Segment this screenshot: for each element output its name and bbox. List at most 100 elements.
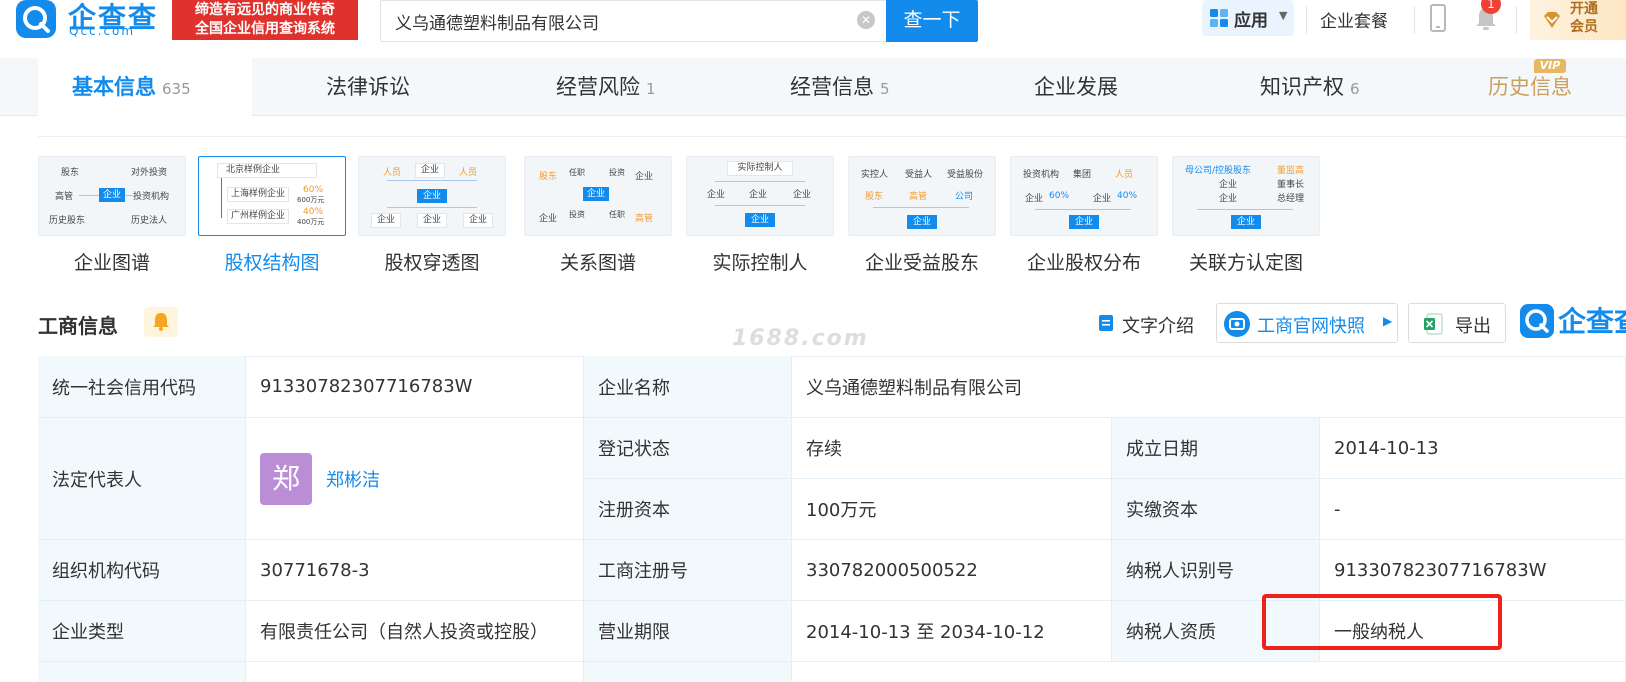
thumb-text: 40% <box>303 207 324 217</box>
graph-thumb-actual-controller[interactable]: 实际控制人 企业 企业 企业 企业 <box>686 156 834 236</box>
app-menu-button[interactable]: 应用 ▼ <box>1202 0 1294 36</box>
slogan-banner: 缔造有远见的商业传奇 全国企业信用查询系统 <box>172 0 358 40</box>
graph-thumb-beneficial-owners[interactable]: 实控人 受益人 受益股份 股东 高管 公司 企业 <box>848 156 996 236</box>
thumb-line <box>79 195 99 196</box>
tab-intellectual-property[interactable]: 知识产权 6 <box>1260 58 1360 116</box>
table-row-partial <box>792 662 1626 682</box>
official-snapshot-button[interactable]: 工商官网快照 ▶ <box>1216 303 1398 343</box>
thumb-text: 历史法人 <box>131 216 168 226</box>
table-row-partial <box>38 662 246 682</box>
divider <box>38 136 1626 137</box>
thumb-line <box>715 181 805 182</box>
search-input-value: 义乌通德塑料制品有限公司 <box>395 14 599 34</box>
thumb-text: 董事长 <box>1277 180 1305 190</box>
thumb-text: 受益人 <box>905 170 933 180</box>
clear-icon[interactable]: ✕ <box>857 11 875 29</box>
graph-thumb-enterprise[interactable]: 股东 对外投资 高管 企业 投资机构 历史股东 历史法人 <box>38 156 186 236</box>
reg-capital-label: 注册资本 <box>584 479 792 540</box>
thumb-text: 企业 <box>583 187 609 201</box>
logo-en-text: Qcc.com <box>69 24 136 38</box>
thumb-text: 60% <box>303 185 324 195</box>
thumb-text: 股东 <box>61 168 80 178</box>
thumb-text: 人员 <box>459 168 478 178</box>
thumb-text: 董监高 <box>1277 166 1305 176</box>
biz-reg-no-label: 工商注册号 <box>584 540 792 601</box>
graph-thumb-equity-distribution[interactable]: 投资机构 集团 人员 企业 60% 企业 40% 企业 <box>1010 156 1158 236</box>
graph-label[interactable]: 关联方认定图 <box>1172 248 1320 275</box>
graph-thumb-relationship[interactable]: 股东 任职 投资 企业 企业 投资 任职 企业 高管 <box>524 156 672 236</box>
paid-capital-value: - <box>1320 479 1626 540</box>
qcc-logo-icon <box>16 0 56 38</box>
thumb-text: 600万元 <box>297 196 325 204</box>
thumb-text: 母公司/控股股东 <box>1185 166 1252 176</box>
snapshot-label: 工商官网快照 <box>1257 316 1365 337</box>
thumb-text: 股东 <box>865 192 884 202</box>
snapshot-icon <box>1224 311 1250 337</box>
graph-label[interactable]: 股权结构图 <box>198 248 346 275</box>
search-input[interactable]: 义乌通德塑料制品有限公司 ✕ <box>380 0 886 42</box>
thumb-text: 企业 <box>1069 215 1099 229</box>
thumb-text: 企业 <box>1093 194 1112 204</box>
graph-thumb-equity-structure[interactable]: 北京样例企业 上海样例企业 广州样例企业 60% 600万元 40% 400万元 <box>198 156 346 236</box>
tab-business-info[interactable]: 经营信息 5 <box>790 58 890 116</box>
reg-capital-value: 100万元 <box>792 479 1112 540</box>
tab-label: 企业发展 <box>1034 75 1118 99</box>
legal-rep-name-link[interactable]: 郑彬洁 <box>326 466 380 492</box>
app-menu-label: 应用 <box>1234 11 1268 31</box>
tab-business-risk[interactable]: 经营风险 1 <box>556 58 656 116</box>
tab-development[interactable]: 企业发展 <box>1034 58 1118 116</box>
tab-basic-info[interactable]: 基本信息 635 <box>38 58 252 116</box>
graph-label[interactable]: 企业受益股东 <box>848 248 996 275</box>
thumb-text: 总经理 <box>1277 194 1305 204</box>
taxpayer-id-label: 纳税人识别号 <box>1112 540 1320 601</box>
thumb-text: 广州样例企业 <box>227 209 289 224</box>
thumb-text: 历史股东 <box>49 216 86 226</box>
export-button[interactable]: 导出 <box>1408 303 1506 343</box>
main-tabs: 基本信息 635 法律诉讼 经营风险 1 经营信息 5 企业发展 知识产权 6 历史信息 <box>0 58 1626 116</box>
caret-right-icon: ▶ <box>1383 314 1393 328</box>
graph-label[interactable]: 实际控制人 <box>686 248 834 275</box>
thumb-line <box>387 207 477 208</box>
tab-count: 6 <box>1350 80 1360 98</box>
mobile-icon[interactable] <box>1430 4 1446 32</box>
thumb-text: 企业 <box>539 214 558 224</box>
thumb-line <box>1197 209 1293 210</box>
slogan-line-1: 缔造有远见的商业传奇 <box>195 2 335 18</box>
top-bar: 企查查 Qcc.com 缔造有远见的商业传奇 全国企业信用查询系统 义乌通德塑料… <box>0 0 1626 46</box>
thumb-text: 企业 <box>707 190 726 200</box>
thumb-text: 60% <box>1049 191 1070 201</box>
tab-legal[interactable]: 法律诉讼 <box>326 58 410 116</box>
paid-capital-label: 实缴资本 <box>1112 479 1320 540</box>
open-vip-button[interactable]: 开通 会员 <box>1530 0 1626 40</box>
text-intro-button[interactable]: 文字介绍 <box>1122 312 1194 338</box>
graph-label[interactable]: 企业股权分布 <box>1010 248 1158 275</box>
thumb-text: 企业 <box>371 213 401 228</box>
graph-thumb-equity-penetration[interactable]: 人员 企业 人员 企业 企业 企业 企业 <box>358 156 506 236</box>
section-bell-button[interactable] <box>144 307 178 337</box>
vip-text-line-2: 会员 <box>1570 19 1598 35</box>
thumb-line <box>221 178 222 218</box>
reg-status-label: 登记状态 <box>584 418 792 479</box>
org-code-label: 组织机构代码 <box>38 540 246 601</box>
graph-label[interactable]: 关系图谱 <box>524 248 672 275</box>
thumb-text: 企业 <box>463 213 493 228</box>
tab-label: 经营风险 <box>556 75 640 99</box>
search-button[interactable]: 查一下 <box>886 0 978 42</box>
thumb-text: 人员 <box>1115 170 1134 180</box>
thumb-text: 对外投资 <box>131 168 168 178</box>
thumb-text: 受益股份 <box>947 170 984 180</box>
thumb-text: 400万元 <box>297 218 325 226</box>
thumb-text: 企业 <box>1231 215 1261 229</box>
excel-icon <box>1424 313 1443 335</box>
graph-thumb-related-parties[interactable]: 母公司/控股股东 董监高 企业 董事长 企业 总经理 企业 <box>1172 156 1320 236</box>
thumb-text: 投资 <box>569 210 585 219</box>
graph-label[interactable]: 股权穿透图 <box>358 248 506 275</box>
qcc-logo[interactable]: 企查查 Qcc.com <box>16 0 166 40</box>
qcc-brand-text: 企查查 <box>1558 305 1626 338</box>
enterprise-suite-link[interactable]: 企业套餐 <box>1320 7 1388 32</box>
tab-label: 经营信息 <box>790 75 874 99</box>
thumb-text: 企业 <box>907 215 937 229</box>
graph-label[interactable]: 企业图谱 <box>38 248 186 275</box>
est-date-value: 2014-10-13 <box>1320 418 1626 479</box>
legal-rep-value: 郑 郑彬洁 <box>246 418 584 540</box>
